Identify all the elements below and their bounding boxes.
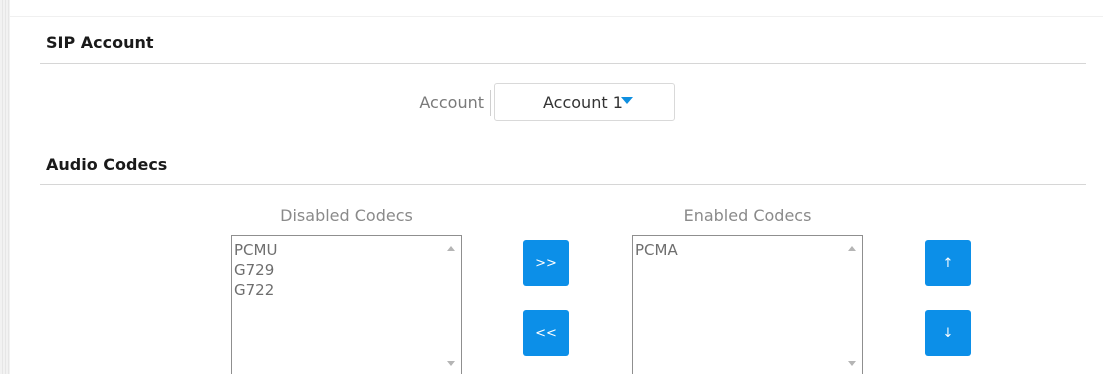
- top-divider: [10, 16, 1103, 17]
- move-up-button[interactable]: ↑: [925, 240, 971, 286]
- audio-codecs-title: Audio Codecs: [46, 155, 168, 174]
- audio-codecs-divider: [40, 184, 1086, 185]
- left-edge-strip: [0, 0, 10, 374]
- enabled-codecs-items: PCMA: [635, 240, 678, 260]
- list-item[interactable]: PCMU: [234, 240, 277, 260]
- account-selected-value: Account 1: [543, 93, 623, 112]
- list-item[interactable]: G722: [234, 280, 277, 300]
- scroll-down-icon[interactable]: [848, 361, 856, 366]
- disabled-codecs-list[interactable]: PCMU G729 G722: [231, 235, 462, 374]
- enabled-codecs-list[interactable]: PCMA: [632, 235, 863, 374]
- scroll-up-icon[interactable]: [848, 246, 856, 251]
- account-field-divider: [490, 90, 491, 116]
- settings-page: SIP Account Account Account 1 Audio Code…: [0, 0, 1103, 374]
- scroll-up-icon[interactable]: [447, 246, 455, 251]
- move-down-button[interactable]: ↓: [925, 310, 971, 356]
- move-to-enabled-button[interactable]: >>: [523, 240, 569, 286]
- disabled-codecs-caption: Disabled Codecs: [280, 206, 413, 225]
- sip-account-divider: [40, 63, 1086, 64]
- caret-down-icon: [621, 97, 633, 104]
- disabled-codecs-items: PCMU G729 G722: [234, 240, 277, 300]
- scroll-down-icon[interactable]: [447, 361, 455, 366]
- account-select[interactable]: Account 1: [494, 83, 675, 121]
- move-to-disabled-button[interactable]: <<: [523, 310, 569, 356]
- account-label: Account: [419, 93, 484, 112]
- list-item[interactable]: G729: [234, 260, 277, 280]
- enabled-codecs-caption: Enabled Codecs: [683, 206, 812, 225]
- list-item[interactable]: PCMA: [635, 240, 678, 260]
- sip-account-title: SIP Account: [46, 33, 154, 52]
